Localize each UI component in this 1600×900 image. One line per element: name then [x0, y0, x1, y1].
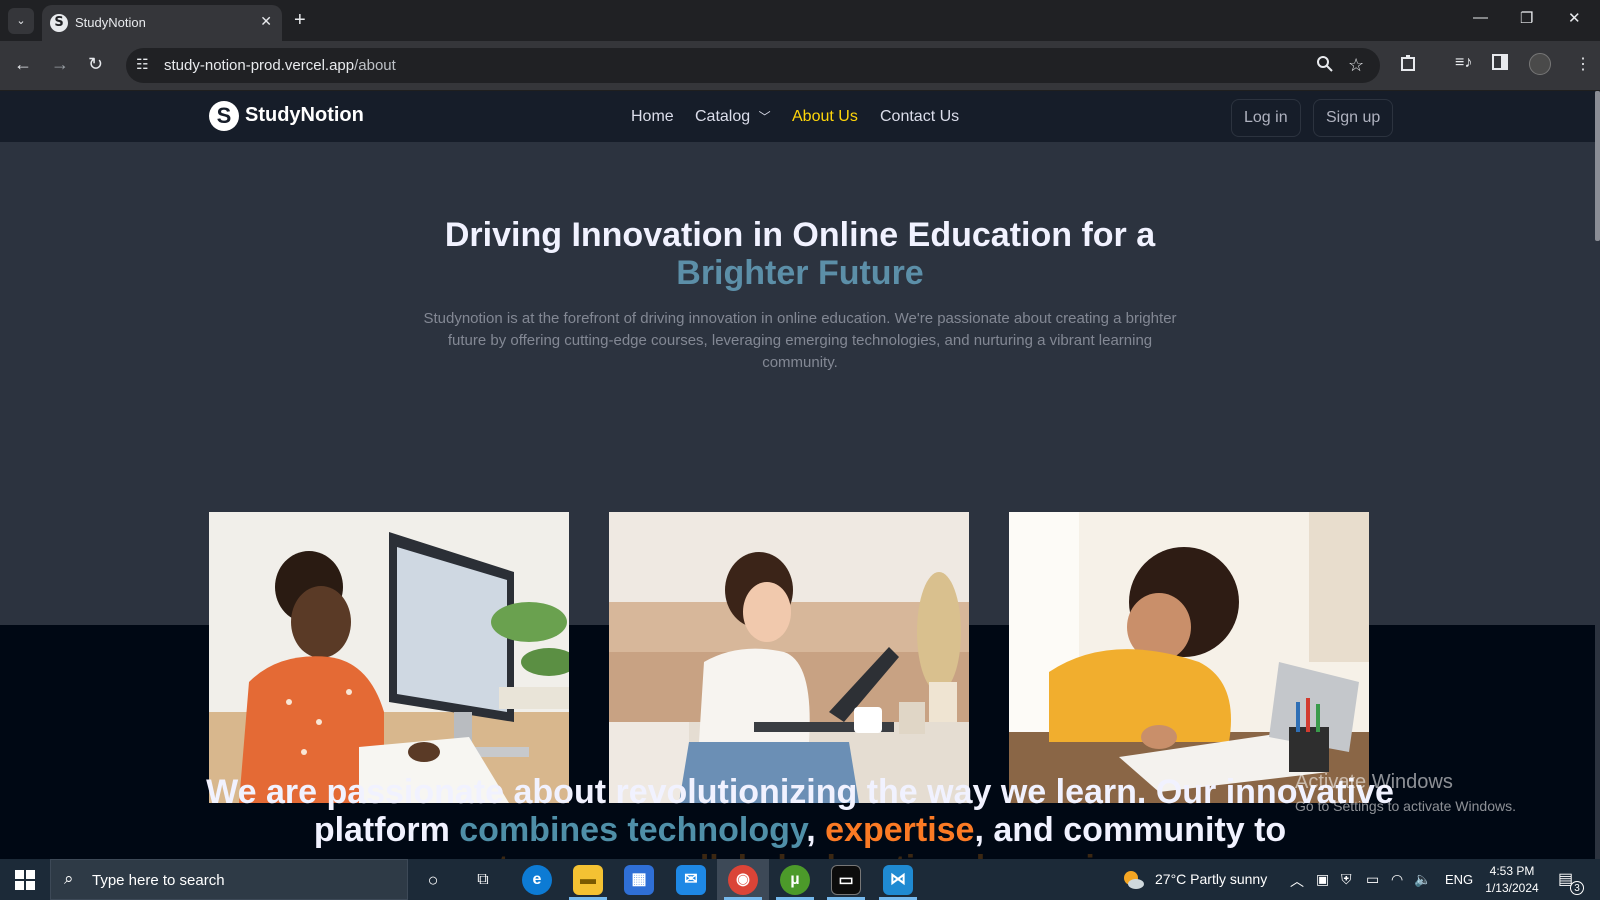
microsoft-store-icon[interactable]: ▦ — [624, 865, 654, 895]
wifi-icon[interactable]: ◠ — [1391, 871, 1403, 888]
browser-toolbar: ← → ↻ ☷ study-notion-prod.vercel.app/abo… — [0, 41, 1600, 91]
forward-icon[interactable]: → — [51, 54, 69, 75]
login-button[interactable]: Log in — [1231, 99, 1301, 137]
volume-icon[interactable]: 🔈 — [1414, 871, 1431, 888]
url-domain: study-notion-prod.vercel.app — [164, 57, 355, 74]
windows-taskbar: ⌕ Type here to search ○ ⧉ e ▬ ▦ ✉ ◉ µ ▭ … — [0, 859, 1600, 900]
tab-title: StudyNotion — [75, 15, 146, 30]
profile-avatar[interactable] — [1529, 53, 1551, 75]
reload-icon[interactable]: ↻ — [88, 54, 103, 75]
quote-comma: , — [806, 811, 826, 849]
quote-continuation: create an unparalleled educational exper… — [428, 849, 1173, 859]
battery-icon[interactable]: ▭ — [1366, 871, 1379, 888]
hero-description: Studynotion is at the forefront of drivi… — [423, 310, 1177, 371]
site-info-icon[interactable]: ☷ — [136, 56, 149, 73]
browser-tab[interactable]: S StudyNotion ✕ — [42, 5, 282, 41]
nav-catalog[interactable]: Catalog ﹀ — [695, 108, 771, 126]
logo-mark-icon: S — [209, 101, 239, 131]
about-image-1 — [209, 512, 569, 803]
url-text[interactable]: study-notion-prod.vercel.app/about — [164, 57, 396, 74]
hero-title-text: Driving Innovation in Online Education f… — [444, 216, 1156, 254]
meet-now-icon[interactable]: ▣ — [1316, 871, 1329, 888]
language-indicator[interactable]: ENG — [1445, 872, 1473, 887]
about-image-2 — [609, 512, 969, 803]
terminal-icon[interactable]: ▭ — [831, 865, 861, 895]
search-placeholder: Type here to search — [92, 872, 225, 889]
clock-time: 4:53 PM — [1489, 864, 1535, 878]
search-icon: ⌕ — [64, 869, 74, 888]
hero-title: Driving Innovation in Online Education f… — [300, 216, 1300, 292]
page-viewport: S StudyNotion Home Catalog ﹀ About Us Co… — [0, 91, 1600, 859]
windows-start-icon[interactable] — [15, 870, 35, 890]
show-hidden-icons-icon[interactable]: ︿ — [1290, 871, 1304, 891]
quote-highlight-orange: expertise — [825, 811, 975, 849]
quote-part2: , and community to — [974, 811, 1287, 849]
zoom-icon[interactable] — [1316, 55, 1334, 78]
file-explorer-icon[interactable]: ▬ — [573, 865, 603, 895]
tab-favicon-icon: S — [50, 14, 68, 32]
side-panel-icon[interactable] — [1492, 54, 1508, 75]
star-icon[interactable]: ☆ — [1348, 55, 1364, 76]
menu-icon[interactable]: ⋮ — [1575, 54, 1591, 74]
address-bar[interactable]: ☷ study-notion-prod.vercel.app/about ☆ — [126, 48, 1380, 83]
mail-icon[interactable]: ✉ — [676, 865, 706, 895]
edge-icon[interactable]: e — [522, 865, 552, 895]
window-close-icon[interactable]: ✕ — [1568, 9, 1581, 27]
task-view-icon[interactable]: ⧉ — [468, 865, 498, 895]
url-path: /about — [354, 57, 396, 74]
close-icon[interactable]: ✕ — [260, 13, 272, 30]
extensions-icon[interactable] — [1400, 54, 1418, 77]
mission-quote: We are passionate about revolutionizing … — [200, 773, 1400, 859]
vscode-icon[interactable]: ⋈ — [883, 865, 913, 895]
browser-tab-bar: ⌄ S StudyNotion ✕ + — ❐ ✕ — [0, 0, 1600, 41]
signup-button[interactable]: Sign up — [1313, 99, 1394, 137]
scrollbar-thumb[interactable] — [1595, 91, 1600, 241]
about-image-3 — [1009, 512, 1369, 803]
chevron-down-icon: ﹀ — [758, 110, 771, 124]
logo-text: StudyNotion — [245, 104, 364, 126]
nav-catalog-label: Catalog — [695, 108, 751, 125]
clock-date: 1/13/2024 — [1485, 881, 1539, 895]
cortana-icon[interactable]: ○ — [418, 865, 448, 895]
tab-search-button[interactable]: ⌄ — [8, 8, 34, 34]
security-icon[interactable]: ⛨ — [1341, 871, 1352, 888]
weather-text[interactable]: 27°C Partly sunny — [1155, 871, 1267, 887]
quote-highlight-blue: combines technology — [459, 811, 807, 849]
nav-about[interactable]: About Us — [792, 108, 858, 126]
nav-home[interactable]: Home — [631, 108, 674, 126]
taskbar-search-box[interactable]: ⌕ Type here to search — [50, 859, 408, 900]
new-tab-button[interactable]: + — [294, 9, 306, 31]
chrome-icon[interactable]: ◉ — [728, 865, 758, 895]
minimize-icon[interactable]: — — [1473, 9, 1488, 26]
notification-count-badge: 3 — [1570, 881, 1584, 895]
media-icon[interactable]: ≡♪ — [1455, 54, 1472, 72]
utorrent-icon[interactable]: µ — [780, 865, 810, 895]
nav-contact[interactable]: Contact Us — [880, 108, 959, 126]
site-navbar: S StudyNotion Home Catalog ﹀ About Us Co… — [0, 91, 1600, 143]
taskbar-clock[interactable]: 4:53 PM 1/13/2024 — [1478, 863, 1546, 897]
hero-highlight: Brighter Future — [676, 254, 924, 292]
back-icon[interactable]: ← — [14, 54, 32, 75]
page-scrollbar[interactable] — [1595, 91, 1600, 859]
partly-sunny-icon[interactable] — [1122, 869, 1144, 891]
restore-icon[interactable]: ❐ — [1520, 9, 1533, 27]
